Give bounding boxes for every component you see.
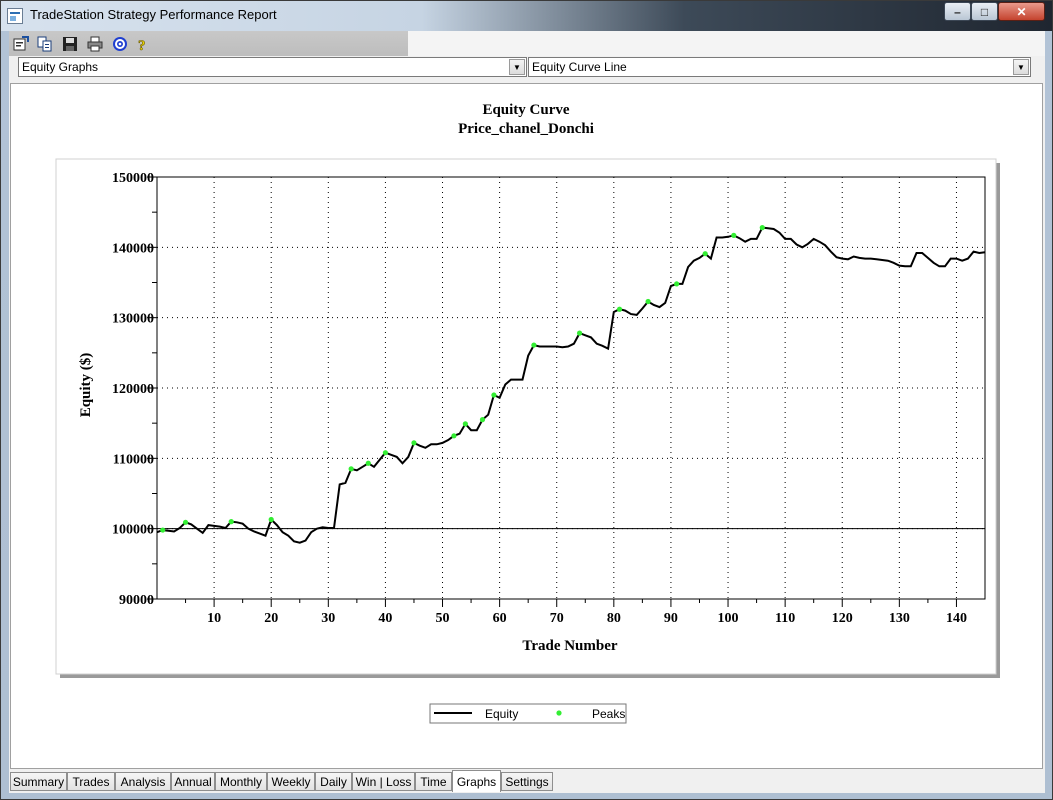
toolbar-empty-area [408, 31, 1045, 56]
legend-peaks-label: Peaks [592, 707, 625, 721]
peak-marker [382, 450, 389, 456]
x-axis-label: Trade Number [522, 638, 617, 654]
peak-marker [645, 298, 651, 305]
y-tick-label: 150000 [112, 171, 154, 186]
peak-marker [674, 281, 680, 287]
title-bar[interactable]: TradeStation Strategy Performance Report… [1, 1, 1052, 31]
report-type-dropdown[interactable]: Equity Graphs ▼ [18, 57, 527, 77]
chart-area: Equity Curve Price_chanel_Donchi 90000 10… [10, 83, 1043, 769]
tab-graphs[interactable]: Graphs [452, 770, 501, 792]
report-tabs: Summary Trades Analysis Annual Monthly W… [9, 770, 1045, 793]
peak-marker [759, 225, 765, 231]
tab-time[interactable]: Time [415, 772, 452, 791]
tab-analysis[interactable]: Analysis [115, 772, 171, 791]
peak-marker [479, 417, 486, 423]
report-body: Equity Graphs ▼ Equity Curve Line ▼ Equi… [9, 56, 1045, 793]
tab-weekly[interactable]: Weekly [267, 772, 315, 791]
x-tick-label: 140 [946, 611, 967, 626]
tab-trades[interactable]: Trades [67, 772, 115, 791]
plot-frame [55, 158, 997, 675]
app-icon [7, 8, 23, 24]
peak-marker [411, 440, 417, 446]
peak-marker [616, 306, 623, 312]
x-tick-label: 60 [493, 611, 507, 626]
svg-text:?: ? [138, 38, 146, 52]
maximize-button[interactable]: □ [971, 2, 998, 21]
tab-win-loss[interactable]: Win | Loss [352, 772, 415, 791]
chevron-down-icon[interactable]: ▼ [509, 59, 525, 75]
report-type-value: Equity Graphs [22, 60, 99, 74]
peak-marker [451, 433, 457, 439]
help-icon[interactable]: ? [134, 35, 151, 52]
tab-summary[interactable]: Summary [10, 772, 67, 791]
legend: Equity Peaks [429, 703, 627, 724]
x-tick-label: 90 [664, 611, 678, 626]
tab-settings[interactable]: Settings [501, 772, 553, 791]
x-tick-label: 120 [832, 611, 853, 626]
x-tick-label: 20 [264, 611, 278, 626]
x-tick-label: 110 [775, 611, 795, 626]
save-icon[interactable] [61, 35, 78, 52]
y-tick-label: 100000 [112, 523, 154, 538]
tab-monthly[interactable]: Monthly [215, 772, 267, 791]
x-tick-label: 100 [718, 611, 739, 626]
peak-marker [348, 466, 354, 472]
tab-daily[interactable]: Daily [315, 772, 352, 791]
equity-chart: Equity Curve Price_chanel_Donchi 90000 10… [55, 102, 1000, 724]
tab-annual[interactable]: Annual [171, 772, 215, 791]
maximize-icon: □ [980, 4, 989, 19]
peak-marker [365, 460, 371, 466]
chart-subtitle: Price_chanel_Donchi [458, 121, 594, 137]
x-tick-label: 10 [207, 611, 221, 626]
chart-title: Equity Curve [482, 102, 569, 118]
x-tick-label: 70 [550, 611, 564, 626]
close-icon: ✕ [1016, 4, 1027, 19]
peak-marker [491, 392, 497, 398]
copy-icon[interactable] [36, 35, 53, 52]
x-tick-label: 80 [607, 611, 621, 626]
target-icon[interactable] [111, 35, 128, 52]
x-tick-label: 40 [378, 611, 392, 626]
y-tick-label: 120000 [112, 382, 154, 397]
legend-equity-label: Equity [485, 707, 518, 721]
print-icon[interactable] [86, 35, 103, 52]
peak-marker [268, 516, 274, 523]
y-tick-label: 140000 [112, 241, 154, 256]
properties-icon[interactable] [12, 35, 29, 52]
peak-marker [731, 232, 737, 238]
report-window: TradeStation Strategy Performance Report… [0, 0, 1053, 800]
peak-marker [576, 330, 583, 336]
peak-marker [531, 342, 537, 348]
y-axis-label: Equity ($) [78, 353, 94, 418]
y-tick-label: 130000 [112, 312, 154, 327]
y-tick-label: 90000 [119, 593, 154, 608]
legend-peaks-swatch [556, 710, 562, 716]
window-title: TradeStation Strategy Performance Report [30, 7, 277, 22]
x-tick-label: 50 [436, 611, 450, 626]
x-tick-label: 30 [321, 611, 335, 626]
peak-marker [182, 519, 189, 525]
x-tick-label: 130 [889, 611, 910, 626]
peak-marker [228, 519, 234, 525]
peak-marker [702, 251, 708, 257]
y-tick-label: 110000 [113, 452, 154, 467]
chevron-down-icon[interactable]: ▼ [1013, 59, 1029, 75]
minimize-button[interactable]: – [944, 2, 971, 21]
peak-marker [160, 527, 166, 533]
graph-type-value: Equity Curve Line [532, 60, 627, 74]
close-button[interactable]: ✕ [998, 2, 1045, 21]
graph-type-dropdown[interactable]: Equity Curve Line ▼ [528, 57, 1031, 77]
toolbar: ? [9, 31, 408, 56]
peak-marker [462, 421, 468, 427]
minimize-icon: – [954, 4, 961, 19]
